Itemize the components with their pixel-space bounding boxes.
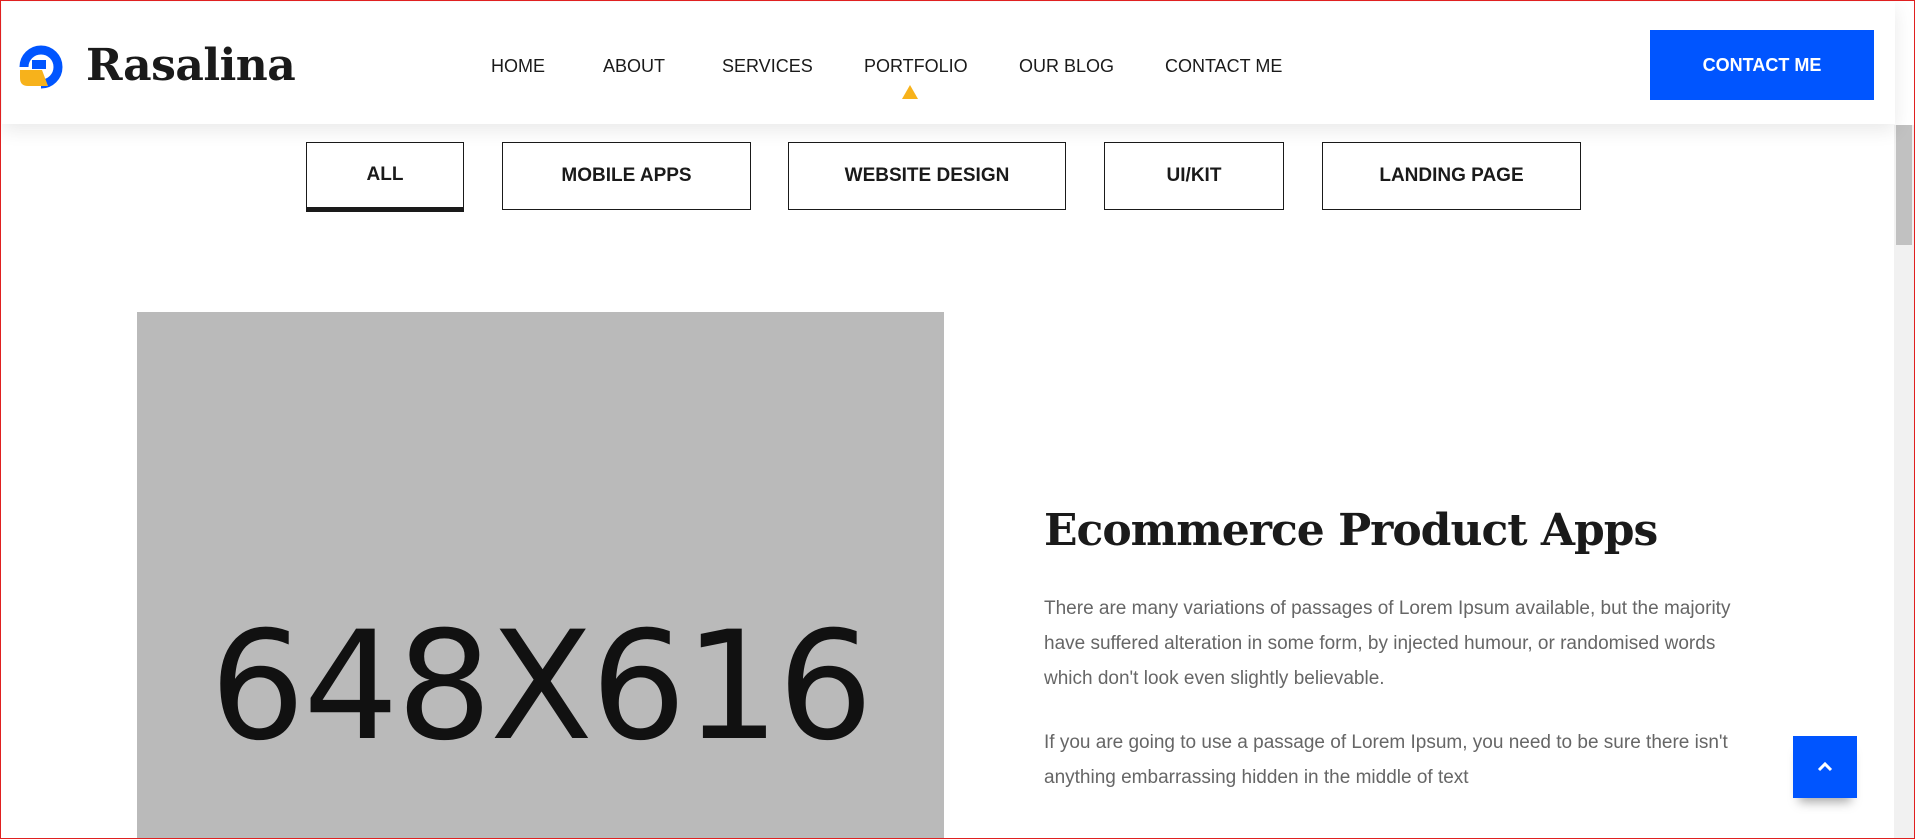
portfolio-description-1: There are many variations of passages of… — [1044, 598, 1731, 689]
back-to-top-button[interactable] — [1793, 736, 1857, 798]
portfolio-description-2: If you are going to use a passage of Lor… — [1044, 732, 1728, 788]
portfolio-title: Ecommerce Product Apps — [1044, 505, 1658, 556]
filter-tab-landing-page[interactable]: LANDING PAGE — [1322, 142, 1581, 210]
image-size-label: 648X616 — [209, 600, 873, 774]
page-frame: Rasalina HOME ABOUT SERVICES PORTFOLIO O… — [0, 0, 1915, 839]
nav-contact-me[interactable]: CONTACT ME — [1165, 55, 1282, 77]
scrollbar-thumb[interactable] — [1896, 125, 1912, 245]
nav-about[interactable]: ABOUT — [603, 55, 665, 77]
filter-tab-website-design[interactable]: WEBSITE DESIGN — [788, 142, 1066, 210]
rasalina-r-logo-icon[interactable] — [14, 40, 68, 94]
contact-me-button[interactable]: CONTACT ME — [1650, 30, 1874, 100]
portfolio-image[interactable]: 648X616 — [137, 312, 944, 838]
filter-tab-mobile-apps[interactable]: MOBILE APPS — [502, 142, 751, 210]
brand-name[interactable]: Rasalina — [86, 38, 296, 94]
site-header: Rasalina HOME ABOUT SERVICES PORTFOLIO O… — [2, 2, 1895, 124]
nav-portfolio[interactable]: PORTFOLIO — [864, 55, 968, 77]
nav-active-indicator — [902, 85, 918, 99]
filter-tab-ui-kit[interactable]: UI/KIT — [1104, 142, 1284, 210]
nav-our-blog[interactable]: OUR BLOG — [1019, 55, 1114, 77]
nav-services[interactable]: SERVICES — [722, 55, 813, 77]
chevron-up-icon — [1817, 761, 1833, 772]
nav-home[interactable]: HOME — [491, 55, 545, 77]
page-scrollbar[interactable] — [1894, 125, 1914, 838]
filter-tab-all[interactable]: ALL — [306, 142, 464, 212]
